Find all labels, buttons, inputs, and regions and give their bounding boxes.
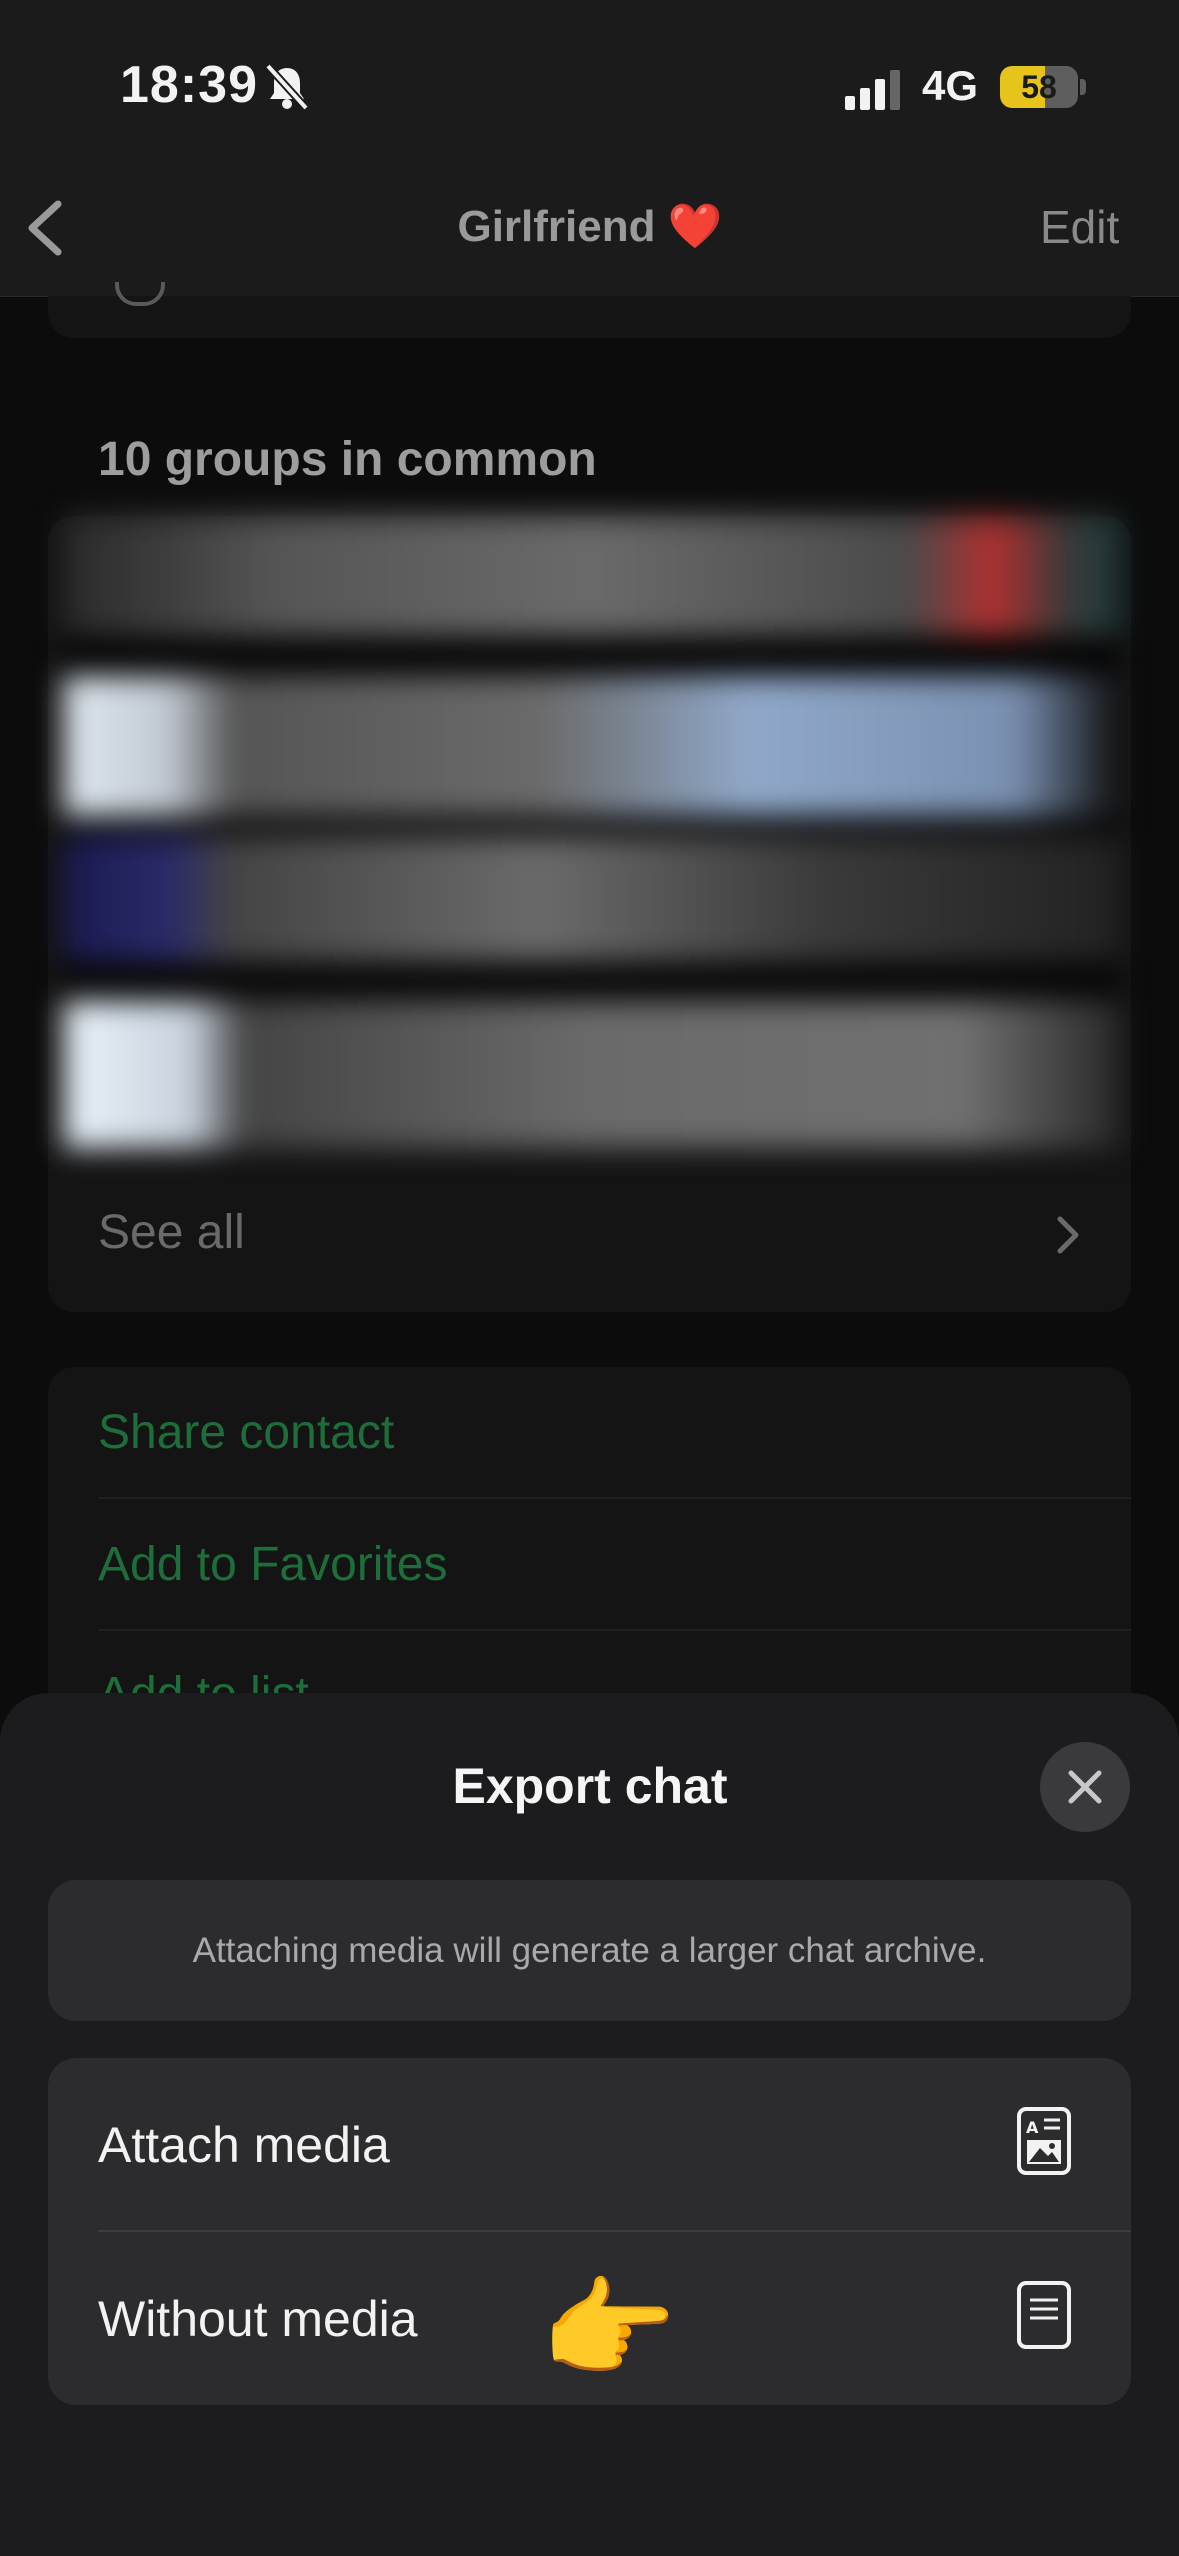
close-button[interactable] bbox=[1040, 1742, 1130, 1832]
attach-media-option[interactable]: Attach media A bbox=[48, 2058, 1131, 2230]
without-media-label: Without media bbox=[98, 2291, 418, 2347]
info-card-bottom bbox=[48, 296, 1131, 338]
document-with-image-icon: A bbox=[1016, 2106, 1072, 2181]
sheet-title: Export chat bbox=[452, 1758, 728, 1814]
add-to-favorites-action[interactable]: Add to Favorites bbox=[98, 1537, 448, 1592]
svg-text:A: A bbox=[1026, 2118, 1039, 2137]
bell-slash-icon bbox=[262, 62, 312, 112]
chevron-right-icon[interactable] bbox=[1055, 1214, 1081, 1256]
pointing-hand-emoji: 👉 bbox=[540, 2268, 677, 2391]
info-text: Attaching media will generate a larger c… bbox=[192, 1931, 987, 1970]
edit-button[interactable]: Edit bbox=[1040, 200, 1119, 254]
groups-in-common-header: 10 groups in common bbox=[98, 433, 597, 486]
battery-icon: 58 bbox=[1000, 66, 1078, 108]
signal-bars-icon bbox=[845, 70, 901, 110]
info-box: Attaching media will generate a larger c… bbox=[48, 1880, 1131, 2021]
battery-tip bbox=[1080, 79, 1086, 95]
share-contact-action[interactable]: Share contact bbox=[98, 1405, 394, 1460]
battery-percent: 58 bbox=[1021, 69, 1057, 105]
attach-media-label: Attach media bbox=[98, 2117, 390, 2173]
chevron-left-icon[interactable] bbox=[22, 198, 68, 258]
status-time: 18:39 bbox=[120, 56, 258, 114]
close-icon bbox=[1068, 1770, 1102, 1804]
network-type: 4G bbox=[922, 62, 979, 109]
divider bbox=[98, 1497, 1131, 1499]
document-icon bbox=[1016, 2280, 1072, 2355]
contact-title: Girlfriend ❤️ bbox=[457, 202, 723, 251]
see-all-link[interactable]: See all bbox=[98, 1205, 245, 1260]
divider bbox=[98, 1629, 1131, 1631]
blurred-groups-list bbox=[64, 516, 1119, 1148]
